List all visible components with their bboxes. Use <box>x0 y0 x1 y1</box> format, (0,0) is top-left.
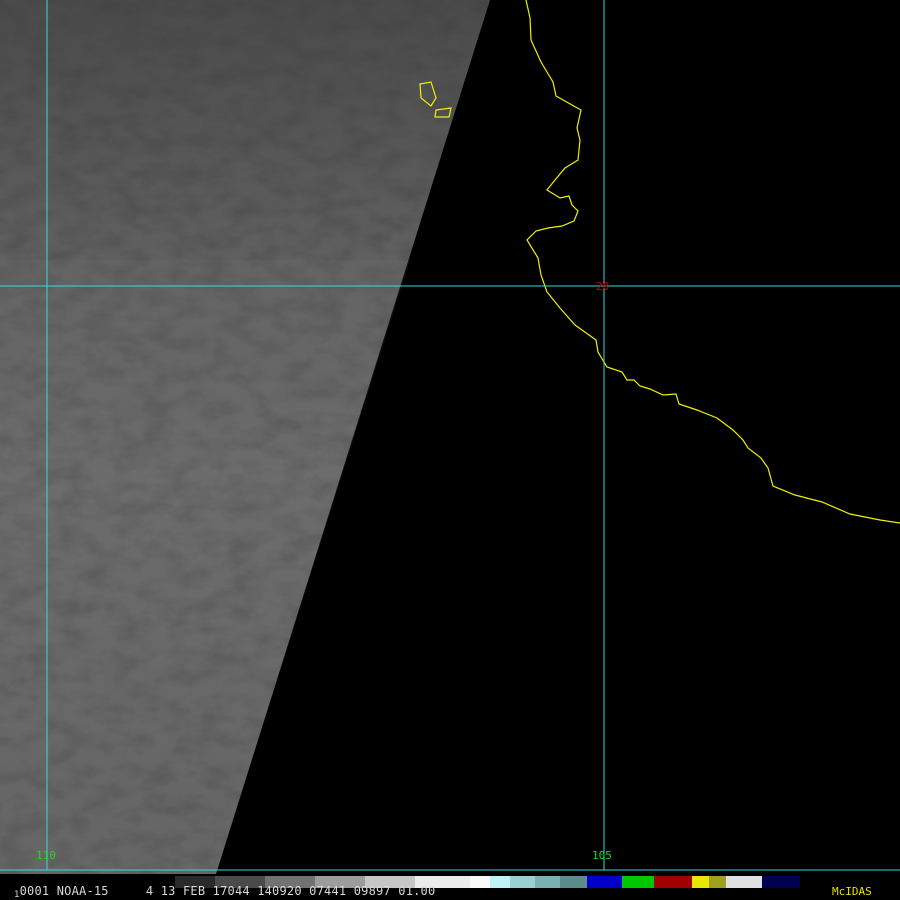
mcidas-brand: McIDAS <box>832 885 872 898</box>
latitude-label: 20 <box>596 280 609 293</box>
status-text: 10001 NOAA-15 4 13 FEB 17044 140920 0744… <box>14 885 435 900</box>
satellite-map: 20 110 105 <box>0 0 900 874</box>
longitude-label-west: 110 <box>36 849 56 862</box>
image-info: 0001 NOAA-15 4 13 FEB 17044 140920 07441… <box>19 884 436 898</box>
longitude-label-east: 105 <box>592 849 612 862</box>
satellite-image-viewer: 20 110 105 10001 NOAA-15 4 13 FEB 17044 … <box>0 0 900 900</box>
